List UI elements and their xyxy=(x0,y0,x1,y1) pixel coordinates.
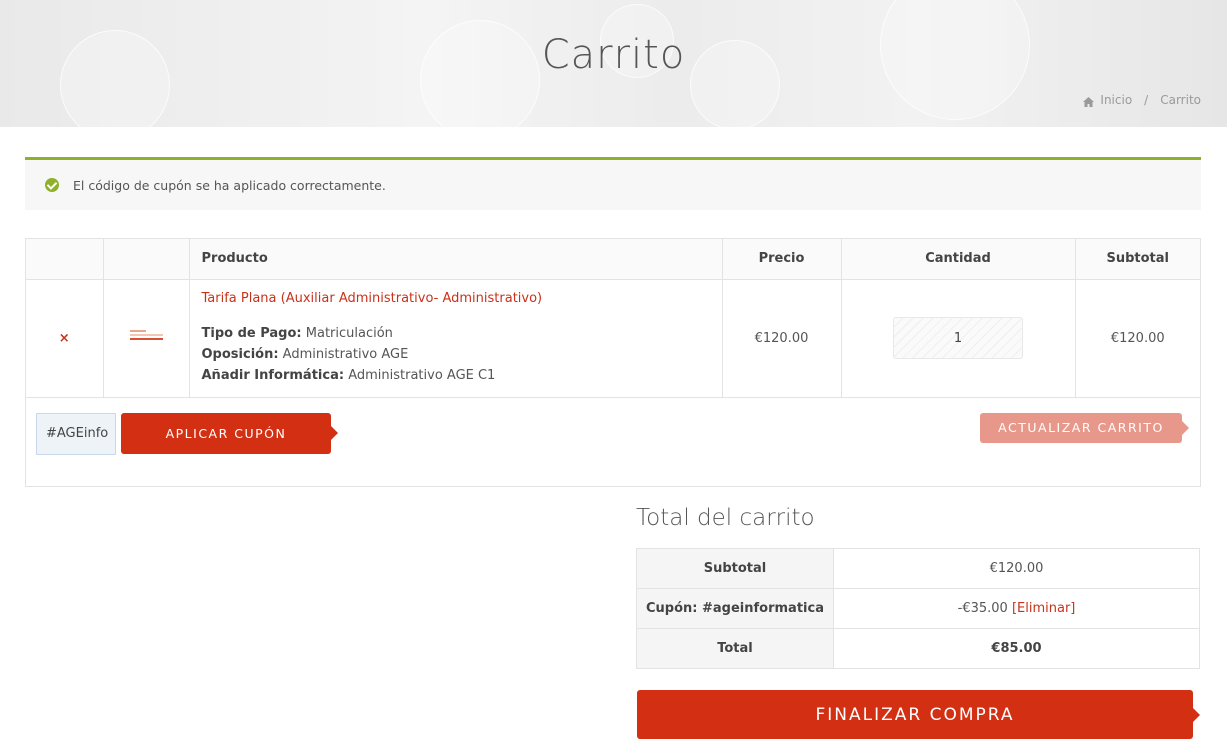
quantity-input[interactable]: 1 xyxy=(893,317,1023,359)
remove-column-header xyxy=(26,239,104,280)
price-column-header: Precio xyxy=(722,239,842,280)
meta-value: Administrativo AGE C1 xyxy=(348,367,496,383)
page-header: Carrito Inicio / Carrito xyxy=(0,0,1227,127)
notice-message: El código de cupón se ha aplicado correc… xyxy=(73,177,386,193)
breadcrumb-separator: / xyxy=(1144,93,1149,107)
update-cart-button[interactable]: Actualizar carrito xyxy=(980,412,1189,443)
apply-coupon-button[interactable]: Aplicar cupón xyxy=(121,412,338,454)
coupon-discount-cell: -€35.00 [Eliminar] xyxy=(833,588,1200,629)
total-label: Total xyxy=(636,628,834,669)
table-row: × Tarifa Plana (Auxiliar Administrativo-… xyxy=(26,279,1200,398)
breadcrumb-home-link[interactable]: Inicio xyxy=(1100,93,1132,107)
table-header-row: Producto Precio Cantidad Subtotal xyxy=(26,239,1200,280)
cart-totals-table: Subtotal €120.00 Cupón: #ageinformatica … xyxy=(636,548,1200,669)
meta-value: Matriculación xyxy=(305,325,393,341)
meta-value: Administrativo AGE xyxy=(282,346,409,362)
item-subtotal: €120.00 xyxy=(1075,279,1200,398)
coupon-label: Cupón: #ageinformatica xyxy=(636,588,834,629)
home-icon xyxy=(1083,96,1095,107)
check-circle-icon xyxy=(45,178,59,192)
cart-form: Producto Precio Cantidad Subtotal × Tari… xyxy=(25,238,1201,487)
thumbnail-column-header xyxy=(103,239,190,280)
product-meta: Tipo de Pago: Matriculación Oposición: A… xyxy=(202,323,710,386)
total-value: €85.00 xyxy=(833,628,1200,669)
cart-totals-title: Total del carrito xyxy=(636,505,815,531)
breadcrumb: Inicio / Carrito xyxy=(1083,93,1201,107)
product-thumbnail[interactable] xyxy=(129,330,163,342)
coupon-code-input[interactable]: #AGEinfo xyxy=(36,412,116,455)
subtotal-value: €120.00 xyxy=(833,548,1200,589)
product-column-header: Producto xyxy=(189,239,723,280)
table-row: Cupón: #ageinformatica -€35.00 [Eliminar… xyxy=(636,588,1200,629)
meta-label: Añadir Informática: xyxy=(201,367,345,383)
cart-actions: #AGEinfo Aplicar cupón Actualizar carrit… xyxy=(26,398,1200,486)
coupon-discount-value: -€35.00 xyxy=(957,601,1008,616)
remove-item-button[interactable]: × xyxy=(59,331,70,346)
page-title: Carrito xyxy=(541,32,686,78)
success-notice: El código de cupón se ha aplicado correc… xyxy=(25,157,1201,210)
subtotal-column-header: Subtotal xyxy=(1075,239,1200,280)
quantity-column-header: Cantidad xyxy=(841,239,1076,280)
meta-label: Oposición: xyxy=(201,346,279,362)
product-name-link[interactable]: Tarifa Plana (Auxiliar Administrativo- A… xyxy=(202,291,710,306)
subtotal-label: Subtotal xyxy=(636,548,834,589)
cart-table: Producto Precio Cantidad Subtotal × Tari… xyxy=(26,239,1200,398)
breadcrumb-current: Carrito xyxy=(1160,93,1201,107)
remove-coupon-link[interactable]: [Eliminar] xyxy=(1012,601,1075,616)
table-row: Subtotal €120.00 xyxy=(636,548,1200,589)
item-price: €120.00 xyxy=(722,279,842,398)
meta-label: Tipo de Pago: xyxy=(201,325,302,341)
checkout-button[interactable]: Finalizar compra xyxy=(637,690,1200,739)
table-row: Total €85.00 xyxy=(636,628,1200,669)
